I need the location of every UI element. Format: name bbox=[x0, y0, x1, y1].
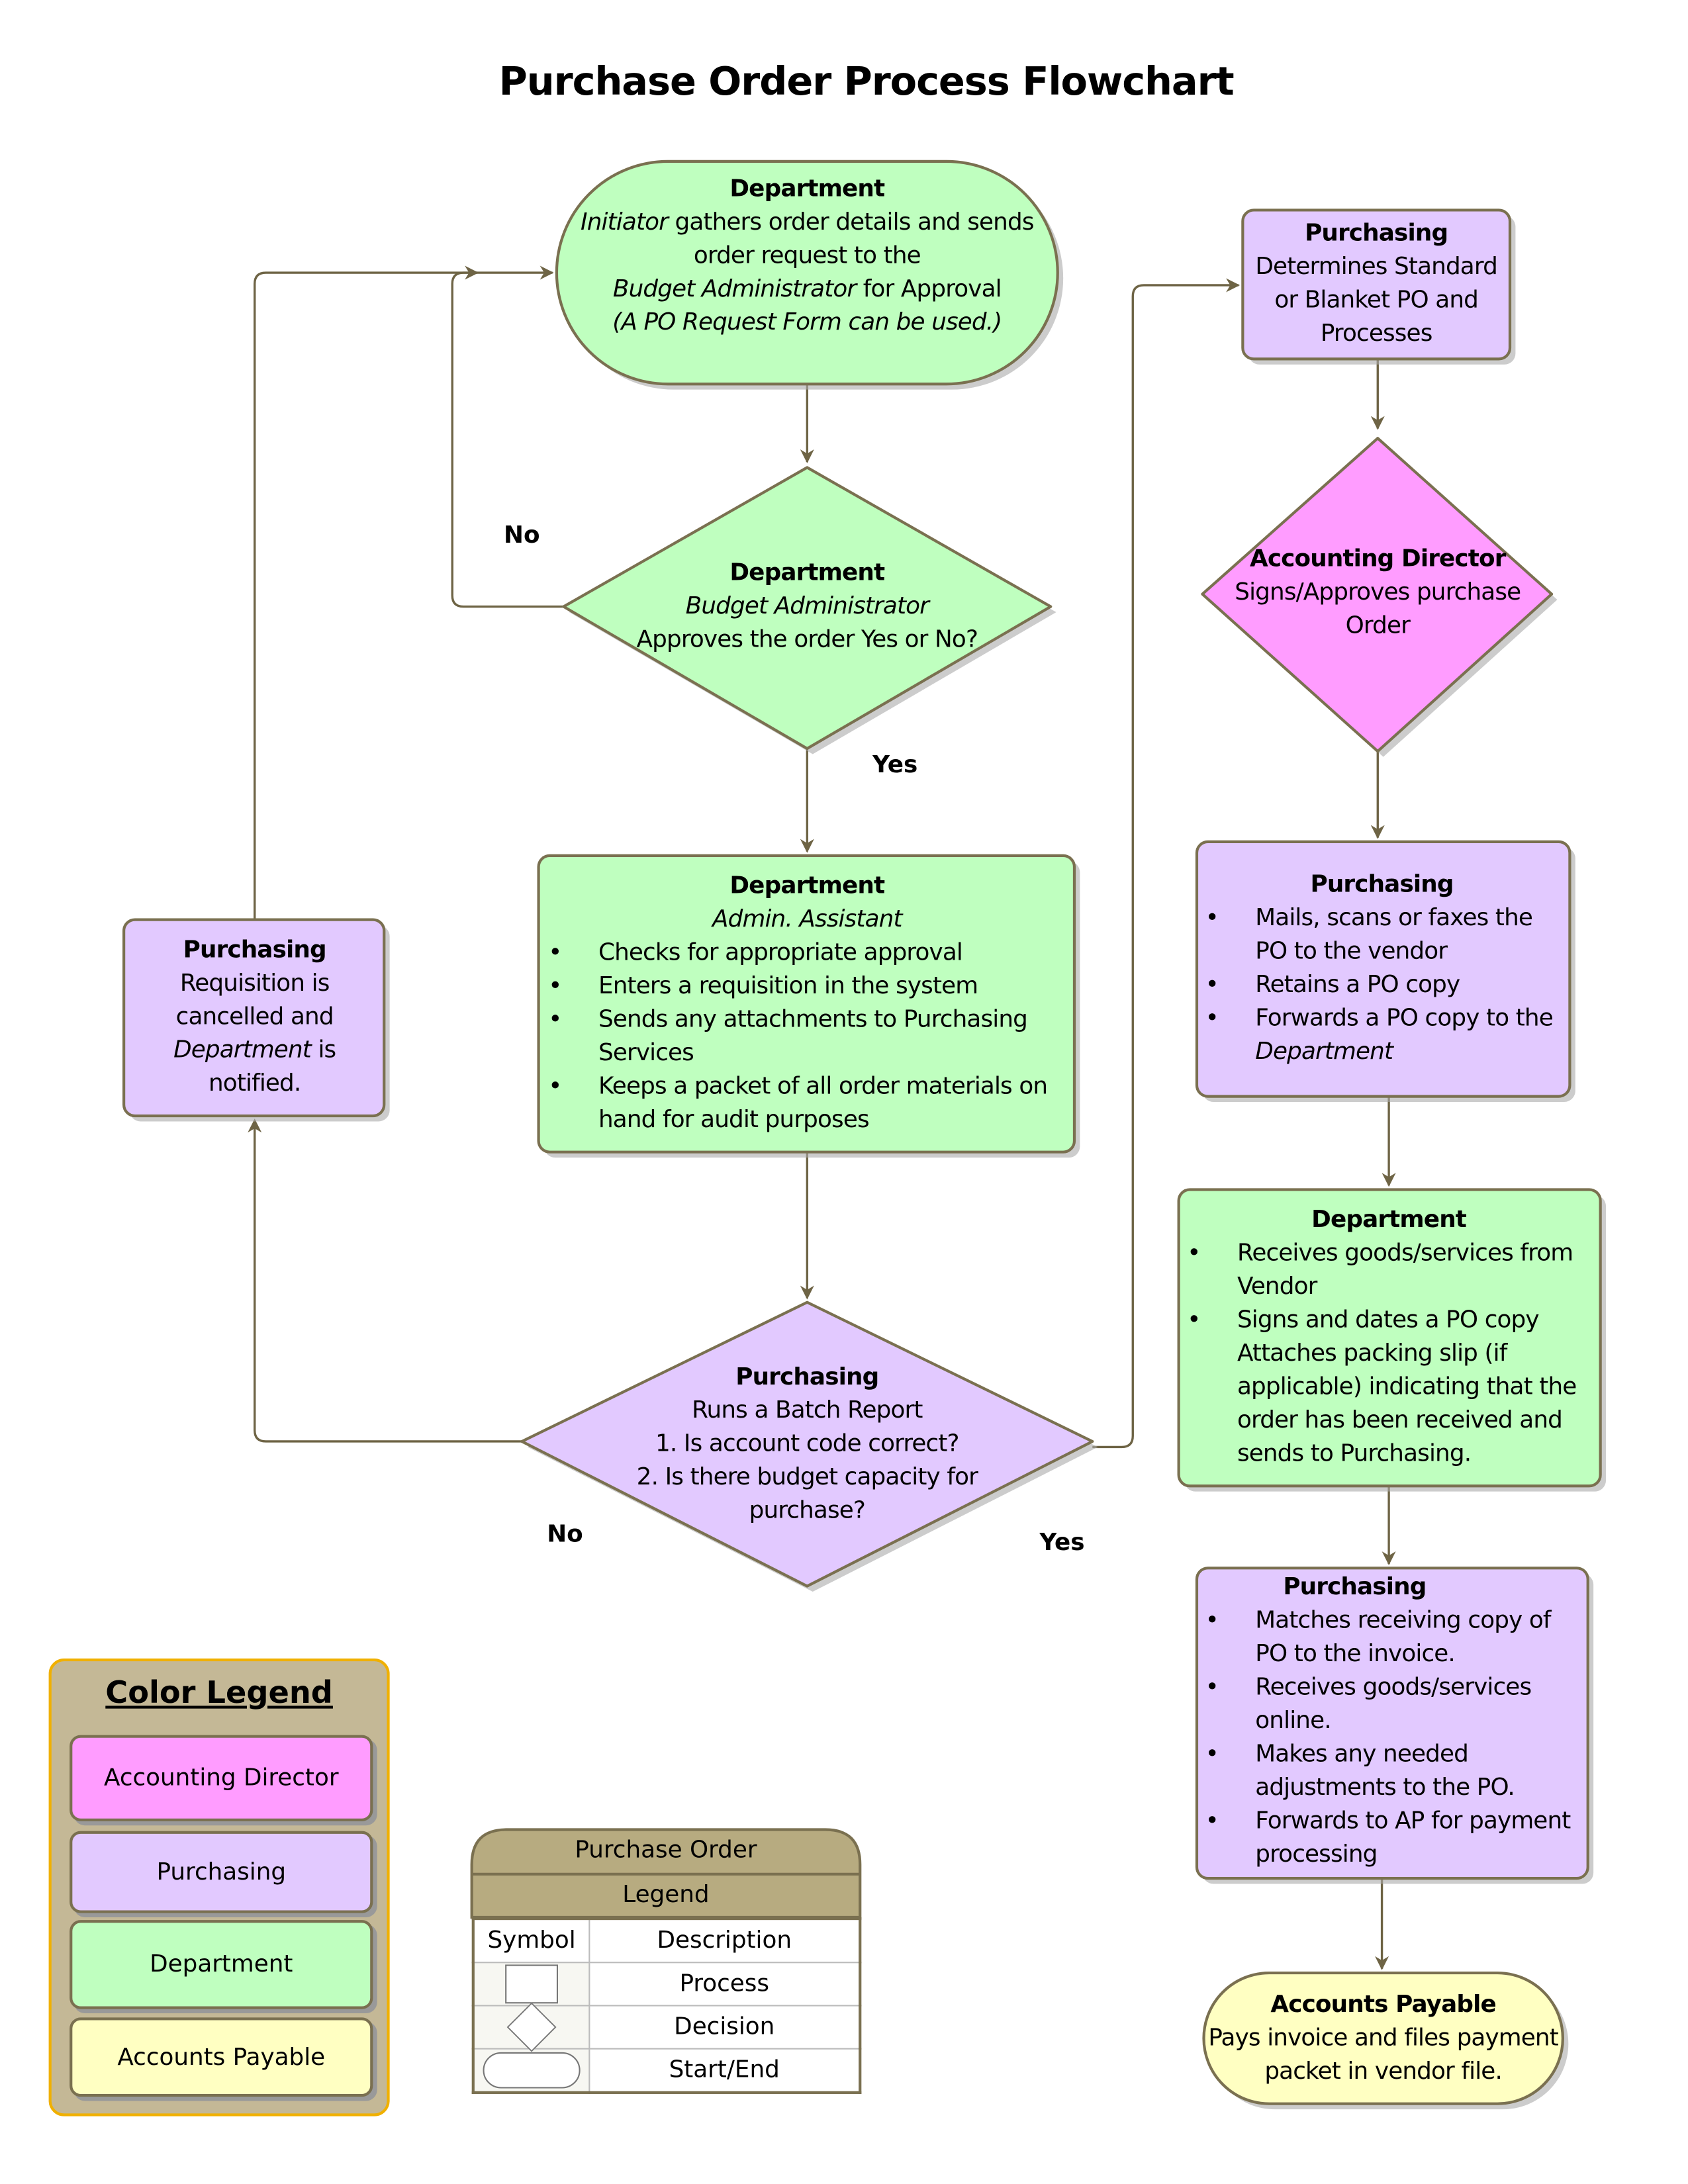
label-no: No bbox=[547, 1520, 583, 1549]
process1-text: Department Admin. Assistant Checks for a… bbox=[543, 870, 1072, 1137]
connector bbox=[451, 265, 564, 608]
list-item: Enters a requisition in the system bbox=[543, 970, 1072, 1003]
legend-purchasing: Purchasing bbox=[70, 1831, 373, 1913]
text: order request to the bbox=[693, 242, 921, 270]
start-end-symbol-icon bbox=[483, 2052, 581, 2089]
text: Pays invoice and files payment packet in… bbox=[1208, 2024, 1558, 2086]
italic-text: Department bbox=[1255, 1038, 1393, 1066]
text: Signs/Approves purchase Order bbox=[1235, 578, 1521, 641]
text: Attaches packing slip (if applicable) in… bbox=[1237, 1340, 1577, 1468]
page-title: Purchase Order Process Flowchart bbox=[498, 58, 1235, 105]
text: Approves the order Yes or No? bbox=[636, 626, 978, 655]
table-header: Symbol bbox=[472, 1918, 590, 1964]
dept2-text: Department Receives goods/services from … bbox=[1182, 1203, 1596, 1471]
label-yes: Yes bbox=[872, 751, 918, 780]
color-legend-title: Color Legend bbox=[105, 1676, 333, 1711]
node-role: Accounting Director bbox=[1249, 545, 1506, 574]
list-item: Mails, scans or faxes the PO to the vend… bbox=[1199, 901, 1564, 968]
node-role: Department bbox=[1311, 1206, 1467, 1234]
connector bbox=[248, 1118, 522, 1443]
table-header: Description bbox=[588, 1918, 861, 1964]
decision-symbol-icon bbox=[506, 2002, 557, 2052]
cancel-text: Purchasing Requisition is cancelled and … bbox=[128, 934, 381, 1101]
node-role: Accounts Payable bbox=[1270, 1991, 1496, 2019]
list-item: Signs and dates a PO copy bbox=[1182, 1304, 1596, 1337]
connector bbox=[254, 265, 479, 920]
purch2-text: Purchasing Mails, scans or faxes the PO … bbox=[1199, 868, 1564, 1069]
text: is bbox=[310, 1036, 336, 1065]
list-item: Keeps a packet of all order materials on… bbox=[543, 1070, 1072, 1137]
node-role: Purchasing bbox=[1305, 220, 1448, 248]
label-no: No bbox=[504, 522, 540, 550]
symbol-legend-table: Symbol Description Process Decision Start… bbox=[471, 1917, 862, 2094]
table-cell: Start/End bbox=[588, 2048, 861, 2093]
purch3-text: Purchasing Matches receiving copy of PO … bbox=[1199, 1570, 1586, 1871]
label-yes: Yes bbox=[1039, 1529, 1085, 1557]
text: Runs a Batch Report bbox=[692, 1396, 923, 1425]
list-item: Receives goods/services online. bbox=[1199, 1671, 1586, 1738]
node-role: Purchasing bbox=[1283, 1573, 1427, 1602]
node-role: Purchasing bbox=[183, 936, 327, 964]
text: Budget Administrator bbox=[685, 592, 929, 621]
list-item: Matches receiving copy of PO to the invo… bbox=[1199, 1604, 1586, 1671]
text: gathers order details and sends bbox=[668, 208, 1035, 237]
decision2-text: Purchasing Runs a Batch Report 1. Is acc… bbox=[612, 1361, 1002, 1527]
symbol-legend-title: Purchase Order bbox=[575, 1837, 757, 1865]
purch1-text: Purchasing Determines Standard or Blanke… bbox=[1247, 217, 1506, 351]
text: Admin. Assistant bbox=[712, 905, 902, 934]
table-cell: Process bbox=[588, 1962, 861, 2007]
text: (A PO Request Form can be used.) bbox=[612, 308, 1002, 337]
italic-text: Department bbox=[173, 1036, 312, 1065]
page: Purchase Order Process Flowchart Departm… bbox=[0, 0, 1688, 2184]
list-item: 2. Is there budget capacity for purchase… bbox=[636, 1463, 978, 1525]
italic-text: Budget Administrator bbox=[612, 275, 857, 304]
text: cancelled and bbox=[175, 1003, 334, 1031]
text: for Approval bbox=[856, 275, 1002, 304]
list-item: Forwards a PO copy to the bbox=[1199, 1002, 1564, 1035]
start-node-text: Department Initiator gathers order detai… bbox=[571, 173, 1044, 340]
node-role: Purchasing bbox=[1310, 871, 1454, 899]
director-text: Accounting Director Signs/Approves purch… bbox=[1225, 543, 1531, 643]
legend-accounting-director: Accounting Director bbox=[70, 1735, 373, 1821]
list-item: Receives goods/services from Vendor bbox=[1182, 1237, 1596, 1304]
process-symbol-icon bbox=[505, 1964, 559, 2004]
list-item: Forwards to AP for payment processing bbox=[1199, 1805, 1586, 1872]
node-role: Department bbox=[729, 175, 885, 203]
table-cell: Decision bbox=[588, 2005, 861, 2050]
end-text: Accounts Payable Pays invoice and files … bbox=[1205, 1988, 1562, 2088]
text: notified. bbox=[208, 1069, 301, 1098]
legend-accounts-payable: Accounts Payable bbox=[70, 2017, 373, 2097]
legend-department: Department bbox=[70, 1920, 373, 2009]
node-role: Department bbox=[729, 872, 885, 901]
node-role: Purchasing bbox=[735, 1363, 879, 1392]
italic-text: Initiator bbox=[581, 208, 669, 237]
list-item: Makes any needed adjustments to the PO. bbox=[1199, 1738, 1586, 1805]
node-role: Department bbox=[729, 559, 885, 588]
list-item: Retains a PO copy bbox=[1199, 968, 1564, 1001]
text: Determines Standard or Blanket PO and Pr… bbox=[1255, 253, 1497, 348]
list-item: Checks for appropriate approval bbox=[543, 936, 1072, 970]
text: Requisition is bbox=[179, 970, 330, 998]
decision1-text: Department Budget Administrator Approves… bbox=[598, 557, 1016, 657]
symbol-legend-subtitle: Legend bbox=[622, 1881, 710, 1909]
list-item: Sends any attachments to Purchasing Serv… bbox=[543, 1003, 1072, 1070]
list-item: 1. Is account code correct? bbox=[655, 1430, 960, 1459]
